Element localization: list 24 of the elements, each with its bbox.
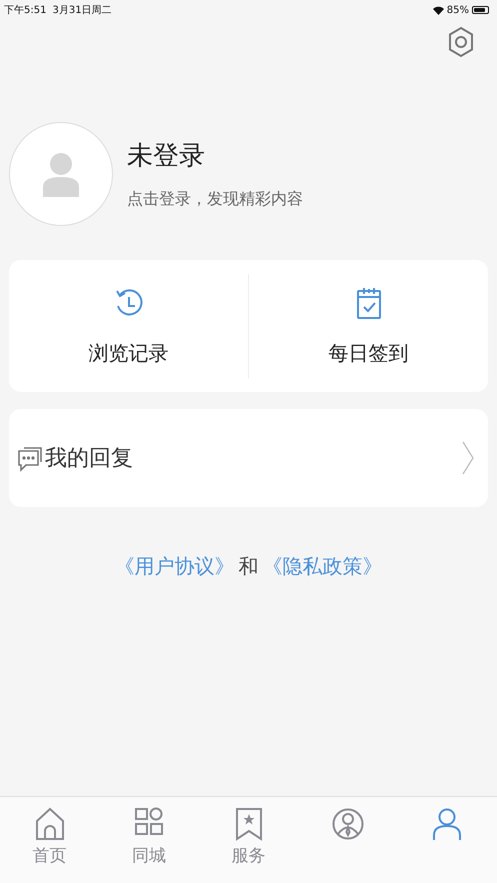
home-icon — [34, 807, 65, 841]
conjunction-text: 和 — [238, 553, 258, 580]
calendar-icon — [356, 286, 382, 320]
status-date: 3月31日周二 — [52, 4, 112, 17]
tab[interactable]: 服务 — [198, 797, 298, 883]
tab[interactable]: 同城 — [99, 797, 199, 883]
person-icon — [432, 807, 462, 841]
tab[interactable]: 首页 — [0, 797, 100, 883]
bookmark-icon — [234, 807, 263, 841]
user-agreement-link[interactable]: 《用户协议》 — [114, 553, 234, 580]
privacy-policy-link[interactable]: 《隐私政策》 — [262, 553, 382, 580]
shortcut-button[interactable]: 每日签到 — [249, 260, 488, 392]
person-circle-icon — [332, 807, 364, 841]
chat-icon — [17, 444, 43, 472]
shortcut-button[interactable]: 浏览记录 — [9, 260, 248, 392]
battery-percent: 85% — [446, 4, 469, 16]
chevron-icon — [462, 441, 474, 475]
login-status[interactable]: 未登录 — [127, 138, 303, 173]
settings-icon[interactable] — [447, 26, 475, 58]
battery-icon — [472, 6, 489, 14]
menu-item[interactable]: 我的回复 — [9, 409, 488, 507]
login-hint: 点击登录，发现精彩内容 — [127, 189, 303, 210]
wifi-icon — [432, 6, 444, 14]
status-time: 下午5:51 — [4, 4, 46, 17]
